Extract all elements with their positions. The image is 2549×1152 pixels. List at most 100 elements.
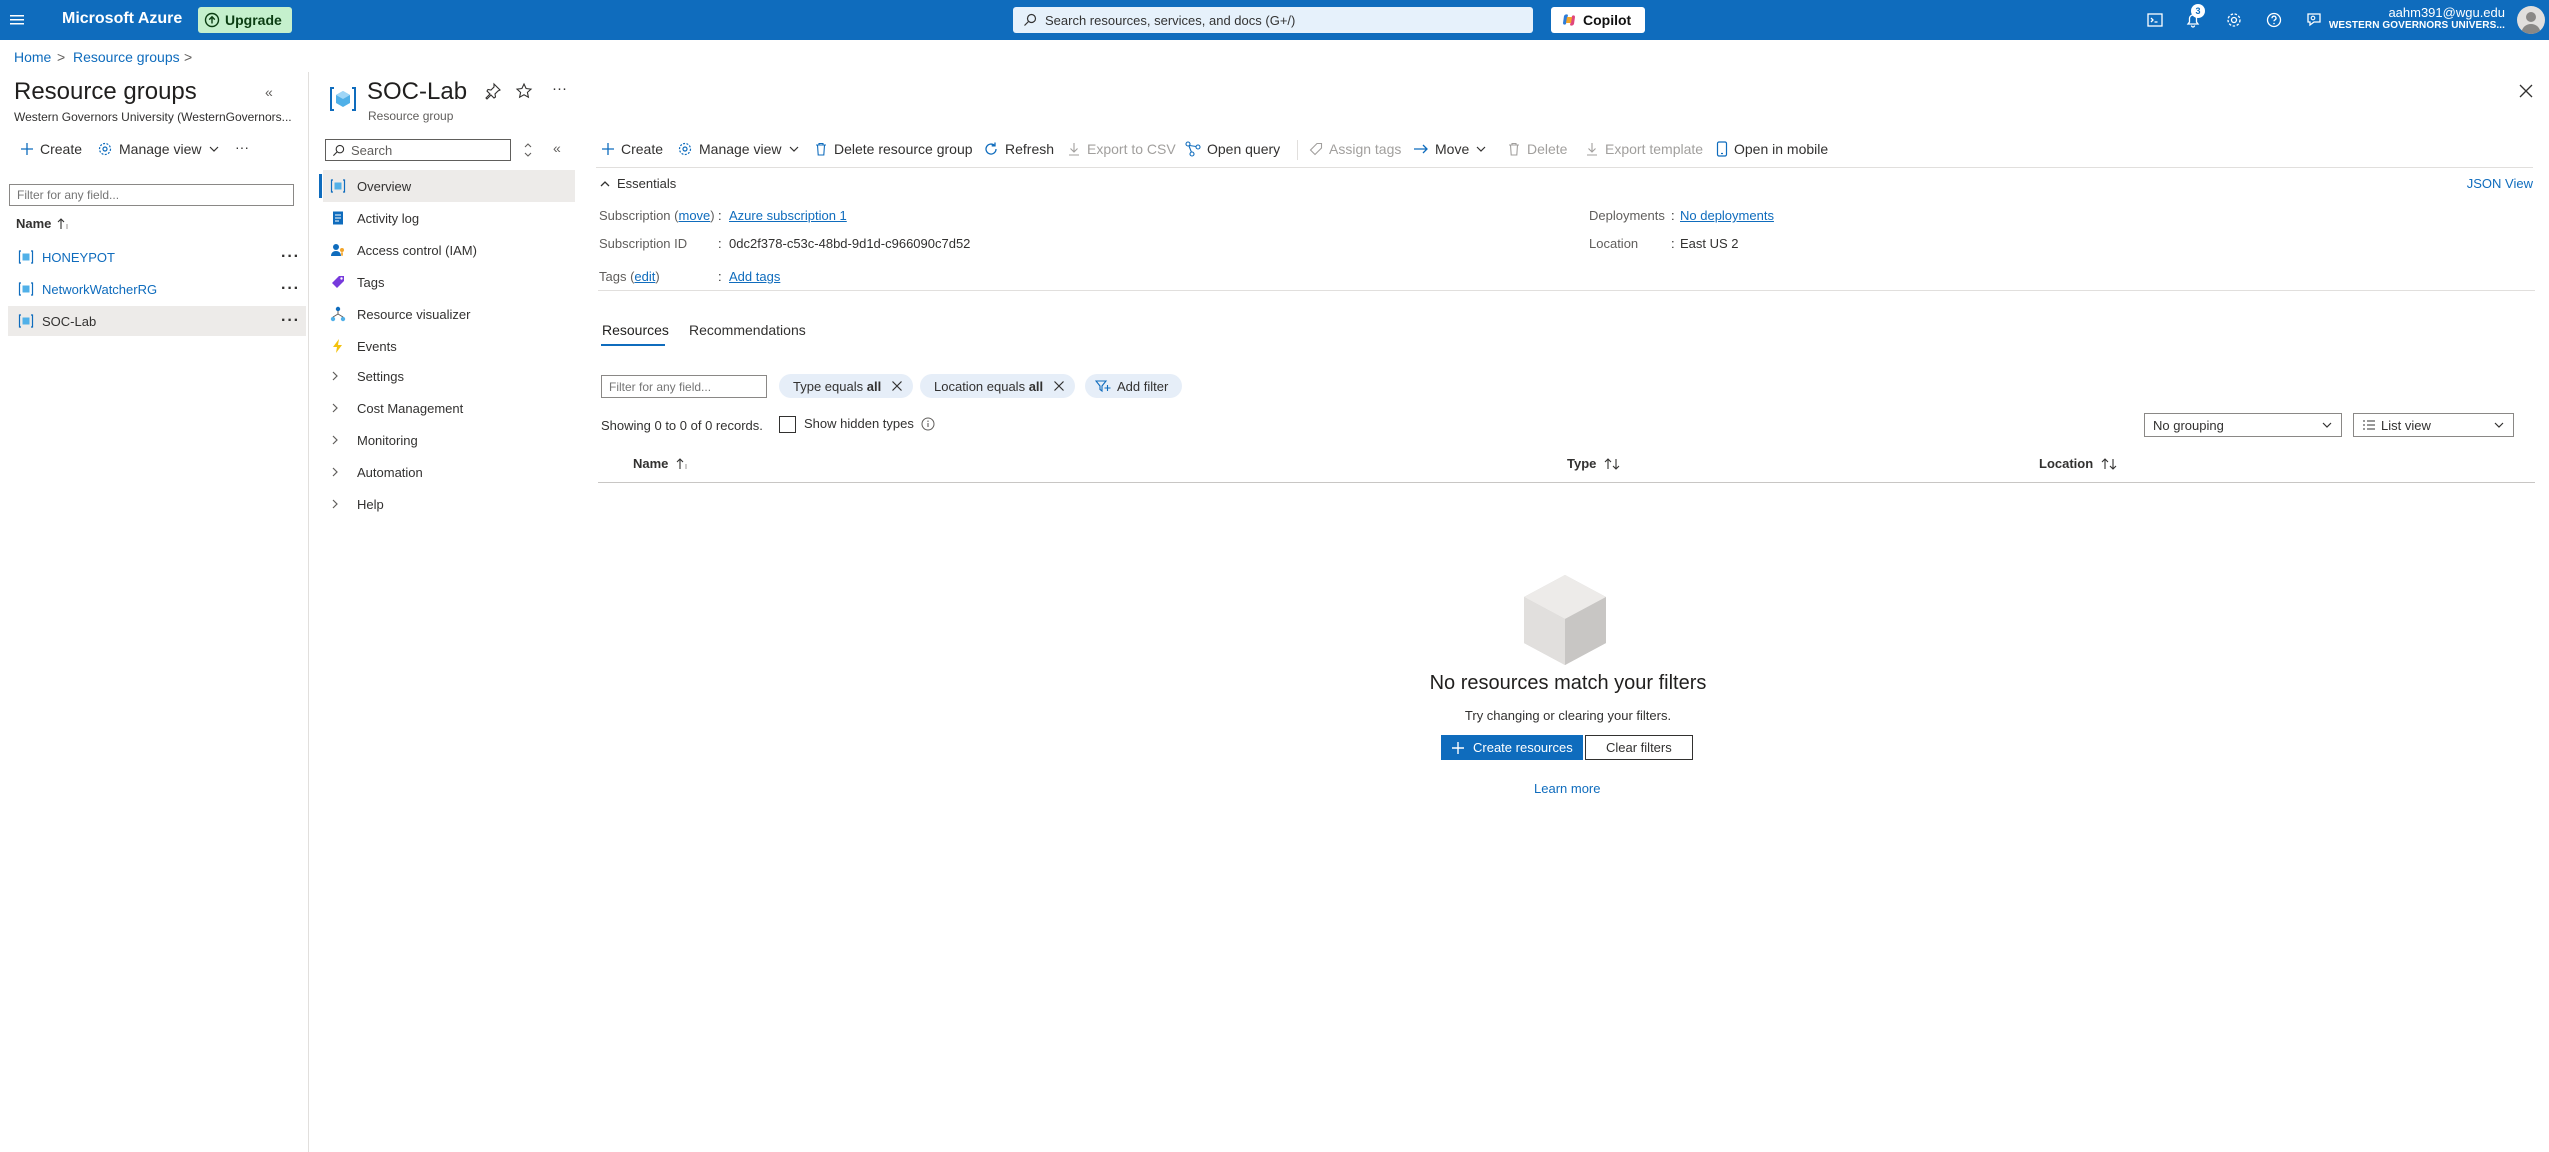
resource-group-link[interactable]: SOC-Lab (42, 314, 96, 329)
export-csv-button[interactable]: Export to CSV (1067, 141, 1176, 157)
menu-group-monitoring[interactable]: Monitoring (323, 424, 575, 456)
info-icon[interactable] (921, 417, 935, 431)
breadcrumb-resource-groups[interactable]: Resource groups (73, 49, 180, 65)
more-options-button[interactable]: ··· (552, 80, 567, 97)
resources-filter-input[interactable] (601, 375, 767, 398)
clear-filters-button[interactable]: Clear filters (1585, 735, 1693, 760)
breadcrumb-home[interactable]: Home (14, 49, 51, 65)
assign-tags-label: Assign tags (1329, 141, 1402, 157)
manage-view-button[interactable]: Manage view (677, 141, 800, 157)
deployments-link[interactable]: No deployments (1680, 208, 1774, 223)
resource-group-row[interactable]: HONEYPOT ··· (8, 242, 306, 272)
resource-group-link[interactable]: NetworkWatcherRG (42, 282, 157, 297)
menu-item-tags[interactable]: Tags (323, 266, 575, 298)
subscription-move-link[interactable]: move (679, 208, 711, 223)
close-icon[interactable] (2517, 82, 2535, 100)
assign-tags-button[interactable]: Assign tags (1309, 141, 1401, 157)
add-tags-link[interactable]: Add tags (729, 269, 780, 284)
menu-item-label: Access control (IAM) (357, 242, 477, 258)
grouping-dropdown[interactable]: No grouping (2144, 413, 2342, 437)
filter-input[interactable] (9, 184, 294, 206)
global-search-input[interactable]: Search resources, services, and docs (G+… (1013, 7, 1533, 33)
menu-group-help[interactable]: Help (323, 488, 575, 520)
refresh-button[interactable]: Refresh (983, 141, 1054, 157)
pin-icon[interactable] (484, 82, 502, 100)
more-options-button[interactable]: ··· (235, 139, 249, 155)
collapse-menu-icon[interactable]: « (553, 140, 561, 156)
delete-resource-group-button[interactable]: Delete resource group (814, 141, 973, 157)
favorite-star-icon[interactable] (515, 82, 533, 100)
upgrade-button[interactable]: Upgrade (198, 7, 292, 33)
delete-button[interactable]: Delete (1507, 141, 1567, 157)
tags-edit-link[interactable]: edit (634, 269, 655, 284)
menu-item-activity-log[interactable]: Activity log (323, 202, 575, 234)
show-hidden-types-checkbox[interactable] (779, 416, 796, 433)
menu-group-automation[interactable]: Automation (323, 456, 575, 488)
menu-group-cost-management[interactable]: Cost Management (323, 392, 575, 424)
column-header-name[interactable]: Name (633, 456, 690, 471)
resource-group-row[interactable]: NetworkWatcherRG ··· (8, 274, 306, 304)
create-button[interactable]: Create (20, 141, 82, 157)
column-header-type[interactable]: Type (1567, 456, 1620, 471)
close-icon[interactable] (1053, 380, 1065, 392)
cloud-shell-icon[interactable] (2143, 8, 2167, 32)
type-filter-prefix: Type equals (793, 378, 864, 394)
resource-group-link[interactable]: HONEYPOT (42, 250, 115, 265)
refresh-icon (983, 141, 999, 157)
row-more-button[interactable]: ··· (281, 312, 300, 330)
empty-state-title: No resources match your filters (1429, 672, 1707, 694)
create-button[interactable]: Create (601, 141, 663, 157)
json-view-link[interactable]: JSON View (2467, 176, 2533, 191)
copilot-label: Copilot (1583, 12, 1632, 28)
download-icon (1067, 142, 1081, 156)
clear-filters-label: Clear filters (1606, 740, 1672, 755)
collapse-pane-icon[interactable]: « (265, 84, 273, 100)
essentials-toggle[interactable]: Essentials (599, 176, 676, 191)
account-info[interactable]: aahm391@wgu.edu WESTERN GOVERNORS UNIVER… (2329, 5, 2505, 31)
row-more-button[interactable]: ··· (281, 248, 300, 266)
learn-more-link[interactable]: Learn more (1534, 781, 1600, 796)
open-query-button[interactable]: Open query (1185, 141, 1280, 157)
manage-view-button[interactable]: Manage view (97, 141, 220, 157)
name-column-header[interactable]: Name (16, 216, 71, 231)
help-icon[interactable] (2262, 8, 2286, 32)
type-filter-pill[interactable]: Type equals all (779, 374, 914, 398)
trash-icon (1507, 142, 1521, 156)
add-filter-button[interactable]: Add filter (1085, 374, 1183, 398)
location-filter-pill[interactable]: Location equals all (920, 374, 1076, 398)
create-resources-button[interactable]: Create resources (1441, 735, 1583, 760)
move-button[interactable]: Move (1413, 141, 1487, 157)
menu-item-access-control[interactable]: Access control (IAM) (323, 234, 575, 266)
close-icon[interactable] (891, 380, 903, 392)
tab-resources[interactable]: Resources (602, 322, 669, 338)
menu-item-events[interactable]: Events (323, 330, 575, 362)
resource-type: Resource group (368, 109, 454, 123)
settings-icon[interactable] (2222, 8, 2246, 32)
menu-icon[interactable] (6, 8, 30, 32)
sort-ascending-icon (676, 457, 690, 470)
move-label: Move (1435, 141, 1470, 157)
chevron-right-icon (329, 434, 347, 446)
subscription-link[interactable]: Azure subscription 1 (729, 208, 847, 223)
menu-item-overview[interactable]: Overview (319, 170, 575, 202)
export-template-button[interactable]: Export template (1585, 141, 1703, 157)
expand-collapse-icon[interactable] (522, 142, 534, 158)
query-icon (1185, 141, 1201, 157)
upgrade-label: Upgrade (225, 12, 282, 28)
menu-group-settings[interactable]: Settings (323, 360, 575, 392)
feedback-icon[interactable] (2302, 8, 2326, 32)
records-count: Showing 0 to 0 of 0 records. (601, 418, 763, 433)
avatar[interactable] (2517, 6, 2545, 34)
menu-search-input[interactable]: Search (325, 139, 511, 161)
row-more-button[interactable]: ··· (281, 280, 300, 298)
resource-group-row-selected[interactable]: SOC-Lab ··· (8, 306, 306, 336)
tab-recommendations[interactable]: Recommendations (689, 322, 806, 338)
menu-item-resource-visualizer[interactable]: Resource visualizer (323, 298, 575, 330)
column-header-location[interactable]: Location (2039, 456, 2117, 471)
open-in-mobile-button[interactable]: Open in mobile (1716, 141, 1828, 157)
brand-title[interactable]: Microsoft Azure (62, 10, 182, 28)
download-icon (1585, 142, 1599, 156)
view-dropdown[interactable]: List view (2353, 413, 2514, 437)
copilot-button[interactable]: Copilot (1551, 7, 1646, 33)
menu-item-label: Resource visualizer (357, 306, 471, 322)
